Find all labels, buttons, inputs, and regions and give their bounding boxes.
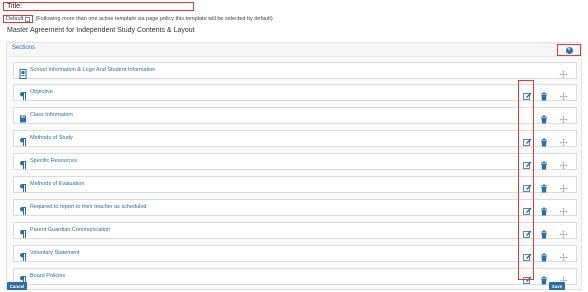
paragraph-icon — [19, 157, 27, 169]
add-section-button[interactable]: + — [557, 44, 581, 56]
section-item[interactable]: Board Policies — [13, 268, 577, 285]
default-note: (Following more than one active template… — [35, 16, 273, 22]
paragraph-icon — [19, 134, 27, 146]
default-label: Default — [6, 16, 24, 22]
section-item[interactable]: Methods of Study — [13, 130, 577, 147]
section-item[interactable]: Specific Resources — [13, 153, 577, 170]
trash-icon[interactable] — [540, 134, 548, 147]
section-item[interactable]: School Information & Logo And Student In… — [13, 62, 577, 79]
trash-icon[interactable] — [540, 249, 548, 262]
move-icon[interactable] — [559, 226, 568, 239]
trash-icon[interactable] — [540, 226, 548, 239]
section-item-label: Required to report to their teacher as s… — [30, 204, 147, 210]
section-item-label: Class Information — [30, 112, 73, 118]
section-item-label: Methods of Evaluation — [30, 181, 85, 187]
paragraph-icon — [19, 88, 27, 100]
section-item-label: School Information & Logo And Student In… — [30, 67, 156, 73]
trash-icon[interactable] — [540, 111, 548, 124]
section-item-label: Board Policies — [30, 273, 66, 279]
move-icon[interactable] — [559, 180, 568, 193]
edit-icon[interactable] — [523, 249, 532, 261]
move-icon[interactable] — [559, 88, 568, 101]
move-icon[interactable] — [559, 134, 568, 147]
sections-title: Sections — [12, 45, 36, 51]
edit-icon[interactable] — [523, 157, 532, 169]
section-item[interactable]: Voluntary Statement — [13, 245, 577, 262]
section-item-label: Voluntary Statement — [30, 250, 80, 256]
trash-icon[interactable] — [540, 180, 548, 193]
page-title: Master Agreement for Independent Study C… — [7, 27, 195, 34]
section-item-label: Methods of Study — [30, 135, 73, 141]
move-icon[interactable] — [559, 111, 568, 124]
paragraph-icon — [19, 249, 27, 261]
move-icon[interactable] — [559, 157, 568, 170]
paragraph-icon — [19, 226, 27, 238]
book-icon — [19, 111, 27, 123]
section-item-label: Objective — [30, 89, 53, 95]
section-item[interactable]: Methods of Evaluation — [13, 176, 577, 193]
trash-icon[interactable] — [540, 88, 548, 101]
paragraph-icon — [19, 272, 27, 284]
section-item[interactable]: Class Information — [13, 107, 577, 124]
paragraph-icon — [19, 203, 27, 215]
edit-icon[interactable] — [523, 272, 532, 284]
default-checkbox[interactable] — [25, 16, 31, 22]
title-field[interactable]: Title: — [3, 2, 194, 11]
trash-icon[interactable] — [540, 157, 548, 170]
save-button[interactable]: Save — [549, 282, 565, 290]
edit-icon[interactable] — [523, 134, 532, 146]
move-icon[interactable] — [559, 272, 568, 285]
plus-circle-icon: + — [565, 46, 573, 54]
cancel-button[interactable]: Cancel — [7, 282, 27, 290]
edit-icon[interactable] — [523, 88, 532, 100]
section-item[interactable]: Required to report to their teacher as s… — [13, 199, 577, 216]
section-item[interactable]: Parent Guardian Communication — [13, 222, 577, 239]
section-item-label: Specific Resources — [30, 158, 78, 164]
trash-icon[interactable] — [540, 203, 548, 216]
default-checkbox-group[interactable]: Default — [3, 15, 34, 23]
move-icon[interactable] — [559, 249, 568, 262]
section-item-label: Parent Guardian Communication — [30, 227, 111, 233]
edit-icon[interactable] — [523, 203, 532, 215]
sections-header: Sections + — [7, 43, 581, 57]
default-row: Default (Following more than one active … — [3, 14, 273, 24]
paragraph-icon — [19, 180, 27, 192]
title-label: Title: — [7, 3, 22, 10]
school-info-icon — [19, 66, 27, 79]
edit-icon[interactable] — [523, 226, 532, 238]
move-icon[interactable] — [559, 203, 568, 216]
trash-icon[interactable] — [540, 272, 548, 285]
edit-icon[interactable] — [523, 180, 532, 192]
move-icon[interactable] — [559, 66, 568, 79]
section-item[interactable]: Objective — [13, 84, 577, 101]
